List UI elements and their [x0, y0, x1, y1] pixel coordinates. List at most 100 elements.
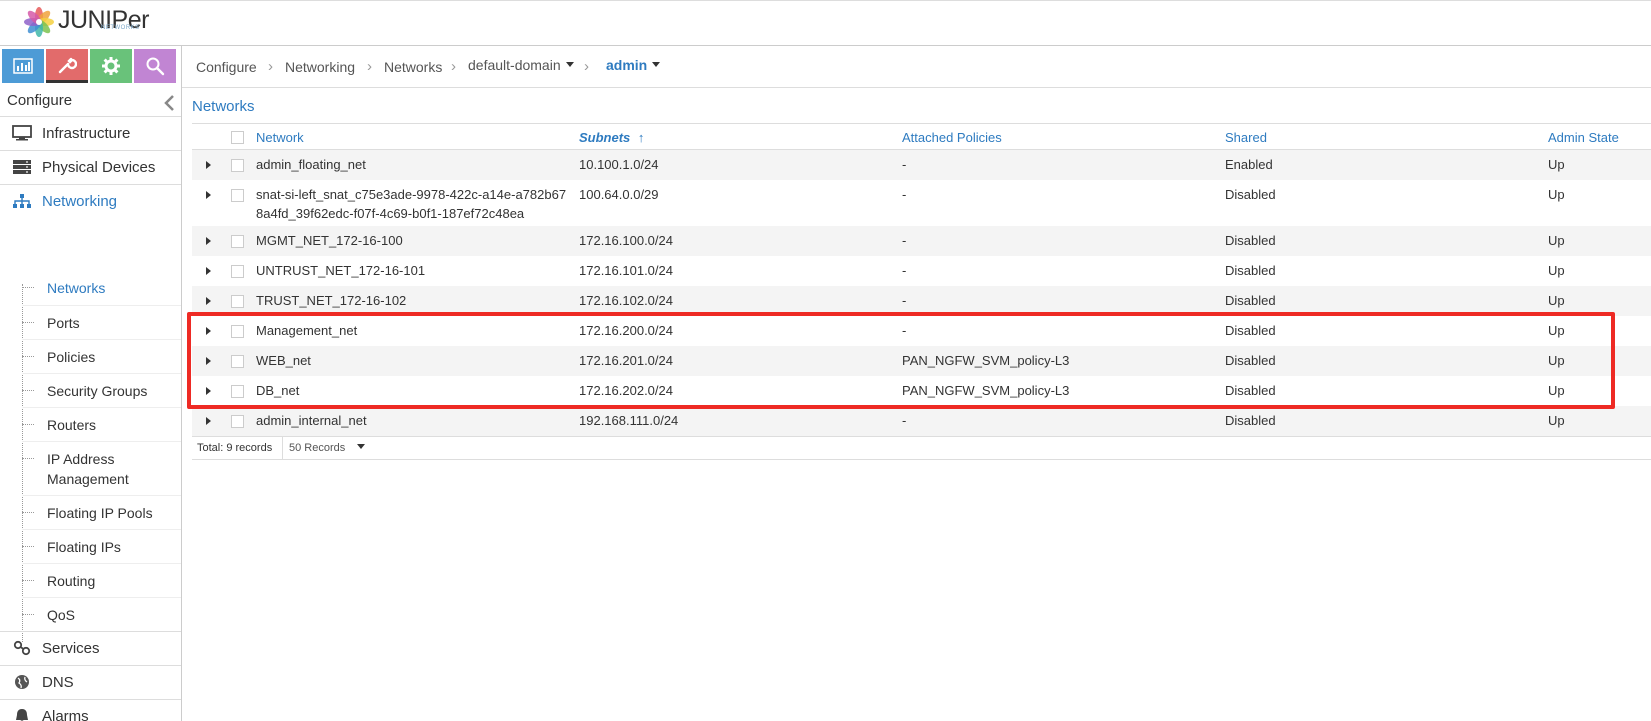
sidebar-item-physical-devices[interactable]: Physical Devices — [0, 150, 181, 184]
sidebar-subitem-routing[interactable]: Routing — [22, 563, 181, 597]
network-name: MGMT_NET_172-16-100 — [256, 233, 403, 248]
sidebar-subitem-label: Floating IPs — [47, 538, 121, 555]
breadcrumb-separator-icon: › — [584, 58, 589, 75]
caret-down-icon — [565, 61, 574, 67]
sidebar-subitem-policies[interactable]: Policies — [22, 339, 181, 373]
sidebar-item-infrastructure[interactable]: Infrastructure — [0, 116, 181, 150]
server-icon — [13, 160, 31, 174]
sidebar-subitem-routers[interactable]: Routers — [22, 407, 181, 441]
records-per-page-select[interactable]: 50 Records — [282, 437, 366, 459]
column-header-attached-policies[interactable]: Attached Policies — [902, 130, 1002, 145]
sidebar-subitem-label: Ports — [47, 314, 80, 331]
admin-state: Up — [1548, 233, 1565, 248]
chevron-left-icon — [164, 95, 174, 111]
subnet: 10.100.1.0/24 — [579, 157, 659, 172]
network-name: snat-si-left_snat_c75e3ade-9978-422c-a14… — [256, 187, 567, 221]
monitor-icon — [12, 125, 32, 141]
sidebar-item-label: Services — [42, 639, 100, 657]
table-row[interactable]: admin_internal_net 192.168.111.0/24 - Di… — [192, 406, 1651, 436]
row-checkbox[interactable] — [231, 189, 244, 202]
sidebar-subitem-security-groups[interactable]: Security Groups — [22, 373, 181, 407]
row-checkbox[interactable] — [231, 265, 244, 278]
shared-status: Disabled — [1225, 187, 1276, 202]
table-row[interactable]: snat-si-left_snat_c75e3ade-9978-422c-a14… — [192, 180, 1651, 226]
shared-status: Disabled — [1225, 293, 1276, 308]
subnet: 172.16.101.0/24 — [579, 263, 673, 278]
subnet: 192.168.111.0/24 — [579, 413, 679, 428]
breadcrumb-separator-icon: › — [367, 58, 372, 75]
sidebar-item-networking[interactable]: Networking — [0, 184, 181, 218]
select-all-checkbox[interactable] — [231, 131, 244, 144]
sidebar-item-label: DNS — [42, 673, 74, 691]
project-selector[interactable]: admin — [606, 57, 661, 73]
subnet: 172.16.100.0/24 — [579, 233, 673, 248]
sidebar-subitem-label: Routers — [47, 416, 97, 433]
sidebar-item-alarms[interactable]: Alarms — [0, 699, 181, 721]
attached-policies: - — [902, 263, 907, 278]
collapse-sidebar-button[interactable] — [162, 94, 178, 112]
sidebar-subitem-qos[interactable]: QoS — [22, 597, 181, 631]
domain-selector[interactable]: default-domain — [468, 57, 574, 73]
total-records: Total: 9 records — [197, 442, 273, 454]
expand-row-icon[interactable] — [206, 237, 211, 245]
column-header-admin-state[interactable]: Admin State — [1548, 130, 1619, 145]
caret-down-icon — [357, 443, 366, 449]
row-checkbox[interactable] — [231, 415, 244, 428]
table-row[interactable]: MGMT_NET_172-16-100 172.16.100.0/24 - Di… — [192, 226, 1651, 256]
sidebar-subitem-label: Security Groups — [47, 382, 148, 399]
network-name: admin_internal_net — [256, 413, 367, 428]
column-header-shared[interactable]: Shared — [1225, 130, 1267, 145]
network-tree-icon — [13, 194, 31, 208]
configure-tab[interactable] — [46, 49, 88, 83]
row-checkbox[interactable] — [231, 235, 244, 248]
sidebar-subitem-floating-ip-pools[interactable]: Floating IP Pools — [22, 495, 181, 529]
breadcrumb: Configure › Networking › Networks › defa… — [182, 46, 1651, 88]
sidebar-subitem-floating-ips[interactable]: Floating IPs — [22, 529, 181, 563]
column-header-subnets[interactable]: Subnets ↑ — [579, 130, 644, 145]
sidebar-subitem-label: Policies — [47, 348, 96, 365]
admin-state: Up — [1548, 187, 1565, 202]
network-name: admin_floating_net — [256, 157, 366, 172]
attached-policies: - — [902, 413, 907, 428]
sidebar: Configure Infrastructure Physical Device… — [0, 46, 182, 721]
row-checkbox[interactable] — [231, 159, 244, 172]
query-tab[interactable] — [134, 49, 176, 83]
link-icon — [13, 640, 31, 656]
shared-status: Disabled — [1225, 263, 1276, 278]
page-title: Networks — [192, 98, 255, 115]
expand-row-icon[interactable] — [206, 267, 211, 275]
juniper-flower-icon — [24, 7, 54, 37]
sidebar-item-dns[interactable]: DNS — [0, 665, 181, 699]
expand-row-icon[interactable] — [206, 417, 211, 425]
column-header-network[interactable]: Network — [256, 130, 304, 145]
sidebar-item-label: Physical Devices — [42, 158, 156, 176]
sidebar-subitem-networks[interactable]: Networks — [22, 271, 181, 305]
subnet: 100.64.0.0/29 — [579, 187, 659, 202]
domain-selector-label: default-domain — [468, 57, 561, 73]
settings-tab[interactable] — [90, 49, 132, 83]
sidebar-subitem-ip-address-management[interactable]: IP Address Management — [22, 441, 181, 495]
admin-state: Up — [1548, 157, 1565, 172]
wrench-icon — [58, 57, 77, 73]
expand-row-icon[interactable] — [206, 297, 211, 305]
row-checkbox[interactable] — [231, 295, 244, 308]
table-row[interactable]: UNTRUST_NET_172-16-101 172.16.101.0/24 -… — [192, 256, 1651, 286]
sidebar-subitem-label: Floating IP Pools — [47, 504, 153, 521]
caret-down-icon — [652, 61, 661, 67]
sidebar-subitem-ports[interactable]: Ports — [22, 305, 181, 339]
search-icon — [146, 57, 165, 76]
monitor-tab[interactable] — [2, 49, 44, 83]
grid-footer: Total: 9 records 50 Records — [192, 436, 1651, 460]
breadcrumb-networks[interactable]: Networks — [384, 59, 442, 75]
breadcrumb-configure[interactable]: Configure — [196, 59, 257, 75]
expand-row-icon[interactable] — [206, 191, 211, 199]
breadcrumb-networking[interactable]: Networking — [285, 59, 355, 75]
juniper-logo[interactable]: JUNIPer — [24, 7, 149, 41]
expand-row-icon[interactable] — [206, 161, 211, 169]
shared-status: Disabled — [1225, 413, 1276, 428]
sidebar-item-services[interactable]: Services — [0, 631, 181, 665]
sidebar-subitem-label: IP Address Management — [47, 450, 129, 487]
table-row[interactable]: admin_floating_net 10.100.1.0/24 - Enabl… — [192, 150, 1651, 180]
grid-header: Network Subnets ↑ Attached Policies Shar… — [192, 123, 1651, 150]
attached-policies: - — [902, 157, 907, 172]
